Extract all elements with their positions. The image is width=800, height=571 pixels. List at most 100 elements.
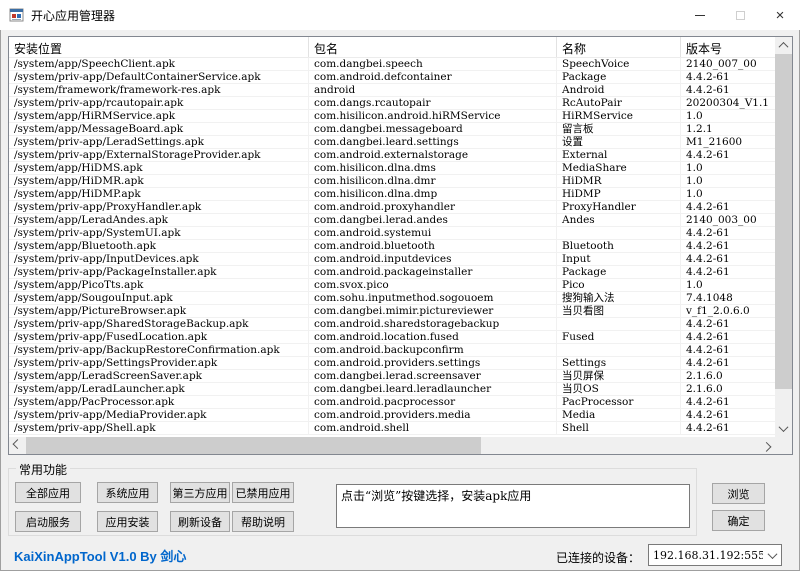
column-header-install-location[interactable]: 安装位置: [9, 37, 309, 57]
table-row[interactable]: /system/priv-app/SharedStorageBackup.apk…: [9, 318, 775, 331]
cell-install-location: /system/priv-app/InputDevices.apk: [9, 253, 309, 265]
table-row[interactable]: /system/app/HiDMP.apkcom.hisilicon.dlna.…: [9, 188, 775, 201]
cell-package-name: com.hisilicon.dlna.dms: [309, 162, 557, 174]
minimize-button[interactable]: [680, 0, 720, 30]
cell-install-location: /system/priv-app/MediaProvider.apk: [9, 409, 309, 421]
column-header-name[interactable]: 名称: [557, 37, 681, 57]
app-window: { "window": { "title": "开心应用管理器" }, "tab…: [0, 0, 800, 571]
refresh-device-button[interactable]: 刷新设备: [170, 511, 230, 532]
table-row[interactable]: /system/priv-app/rcautopair.apkcom.dangs…: [9, 97, 775, 110]
table-row[interactable]: /system/app/LeradScreenSaver.apkcom.dang…: [9, 370, 775, 383]
cell-version: 4.4.2-61: [681, 331, 775, 343]
cell-app-name: HiRMService: [557, 110, 681, 122]
table-row[interactable]: /system/priv-app/InputDevices.apkcom.and…: [9, 253, 775, 266]
table-row[interactable]: /system/priv-app/MediaProvider.apkcom.an…: [9, 409, 775, 422]
table-row[interactable]: /system/priv-app/LeradSettings.apkcom.da…: [9, 136, 775, 149]
cell-app-name: Shell: [557, 422, 681, 434]
cell-app-name: External: [557, 149, 681, 161]
cell-package-name: com.dangbei.leard.leradlauncher: [309, 383, 557, 395]
disabled-apps-button[interactable]: 已禁用应用: [232, 482, 294, 503]
table-body: /system/app/SpeechClient.apkcom.dangbei.…: [9, 58, 775, 435]
cell-version: 2.1.6.0: [681, 370, 775, 382]
cell-app-name: [557, 318, 681, 330]
help-button[interactable]: 帮助说明: [232, 511, 294, 532]
table-row[interactable]: /system/framework/framework-res.apkandro…: [9, 84, 775, 97]
horizontal-scrollbar-thumb[interactable]: [26, 437, 481, 454]
table-row[interactable]: /system/priv-app/FusedLocation.apkcom.an…: [9, 331, 775, 344]
cell-app-name: Andes: [557, 214, 681, 226]
table-row[interactable]: /system/app/Bluetooth.apkcom.android.blu…: [9, 240, 775, 253]
maximize-button: [720, 0, 760, 30]
vertical-scrollbar[interactable]: [775, 37, 792, 437]
cell-app-name: Pico: [557, 279, 681, 291]
cell-version: 1.2.1: [681, 123, 775, 135]
start-service-button[interactable]: 启动服务: [15, 511, 81, 532]
cell-package-name: com.android.shell: [309, 422, 557, 434]
title-bar: 开心应用管理器 ×: [0, 0, 800, 30]
cell-version: v_f1_2.0.6.0: [681, 305, 775, 317]
install-app-button[interactable]: 应用安装: [97, 511, 158, 532]
cell-version: 1.0: [681, 110, 775, 122]
column-header-package[interactable]: 包名: [309, 37, 557, 57]
table-row[interactable]: /system/app/HiRMService.apkcom.hisilicon…: [9, 110, 775, 123]
system-apps-button[interactable]: 系统应用: [97, 482, 158, 503]
cell-install-location: /system/app/MessageBoard.apk: [9, 123, 309, 135]
scroll-left-button[interactable]: [9, 437, 26, 454]
table-row[interactable]: /system/priv-app/ProxyHandler.apkcom.and…: [9, 201, 775, 214]
table-row[interactable]: /system/app/MessageBoard.apkcom.dangbei.…: [9, 123, 775, 136]
table-row[interactable]: /system/app/HiDMS.apkcom.hisilicon.dlna.…: [9, 162, 775, 175]
cell-app-name: Bluetooth: [557, 240, 681, 252]
table-row[interactable]: /system/priv-app/PackageInstaller.apkcom…: [9, 266, 775, 279]
ok-button[interactable]: 确定: [712, 510, 765, 531]
chevron-down-icon: [779, 422, 789, 432]
table-row[interactable]: /system/priv-app/Shell.apkcom.android.sh…: [9, 422, 775, 435]
scroll-down-button[interactable]: [775, 420, 792, 437]
cell-install-location: /system/app/HiRMService.apk: [9, 110, 309, 122]
cell-app-name: Android: [557, 84, 681, 96]
app-credit: KaiXinAppTool V1.0 By 剑心: [14, 546, 186, 565]
apk-path-input[interactable]: 点击“浏览”按键选择，安装apk应用: [336, 484, 690, 528]
scroll-up-button[interactable]: [775, 37, 792, 54]
cell-app-name: 留言板: [557, 123, 681, 135]
device-select[interactable]: 192.168.31.192:5555: [648, 544, 782, 566]
table-row[interactable]: /system/app/LeradLauncher.apkcom.dangbei…: [9, 383, 775, 396]
table-row[interactable]: /system/priv-app/BackupRestoreConfirmati…: [9, 344, 775, 357]
cell-install-location: /system/priv-app/ExternalStorageProvider…: [9, 149, 309, 161]
all-apps-button[interactable]: 全部应用: [15, 482, 81, 503]
cell-install-location: /system/app/LeradLauncher.apk: [9, 383, 309, 395]
table-row[interactable]: /system/app/SougouInput.apkcom.sohu.inpu…: [9, 292, 775, 305]
cell-app-name: Package: [557, 266, 681, 278]
table-row[interactable]: /system/app/LeradAndes.apkcom.dangbei.le…: [9, 214, 775, 227]
table-row[interactable]: /system/app/SpeechClient.apkcom.dangbei.…: [9, 58, 775, 71]
cell-version: 4.4.2-61: [681, 71, 775, 83]
cell-install-location: /system/app/LeradScreenSaver.apk: [9, 370, 309, 382]
browse-button[interactable]: 浏览: [712, 483, 765, 504]
vertical-scrollbar-thumb[interactable]: [775, 54, 792, 389]
cell-install-location: /system/app/SougouInput.apk: [9, 292, 309, 304]
close-button[interactable]: ×: [760, 0, 800, 30]
table-row[interactable]: /system/priv-app/ExternalStorageProvider…: [9, 149, 775, 162]
cell-package-name: com.dangbei.speech: [309, 58, 557, 70]
table-row[interactable]: /system/priv-app/SystemUI.apkcom.android…: [9, 227, 775, 240]
cell-app-name: 当贝OS: [557, 383, 681, 395]
cell-install-location: /system/app/HiDMS.apk: [9, 162, 309, 174]
column-header-version[interactable]: 版本号: [681, 37, 775, 57]
table-row[interactable]: /system/app/HiDMR.apkcom.hisilicon.dlna.…: [9, 175, 775, 188]
connected-device-label: 已连接的设备：: [536, 549, 640, 566]
table-row[interactable]: /system/app/PicoTts.apkcom.svox.picoPico…: [9, 279, 775, 292]
cell-install-location: /system/app/HiDMR.apk: [9, 175, 309, 187]
cell-package-name: com.android.proxyhandler: [309, 201, 557, 213]
cell-package-name: com.android.inputdevices: [309, 253, 557, 265]
third-party-apps-button[interactable]: 第三方应用: [170, 482, 230, 503]
scroll-right-button[interactable]: [758, 437, 775, 454]
cell-install-location: /system/app/PictureBrowser.apk: [9, 305, 309, 317]
table-row[interactable]: /system/app/PacProcessor.apkcom.android.…: [9, 396, 775, 409]
cell-package-name: com.dangbei.messageboard: [309, 123, 557, 135]
table-row[interactable]: /system/priv-app/DefaultContainerService…: [9, 71, 775, 84]
table-row[interactable]: /system/priv-app/SettingsProvider.apkcom…: [9, 357, 775, 370]
horizontal-scrollbar[interactable]: [9, 437, 775, 454]
cell-package-name: android: [309, 84, 557, 96]
table-row[interactable]: /system/app/PictureBrowser.apkcom.dangbe…: [9, 305, 775, 318]
cell-version: 4.4.2-61: [681, 84, 775, 96]
cell-version: 4.4.2-61: [681, 409, 775, 421]
